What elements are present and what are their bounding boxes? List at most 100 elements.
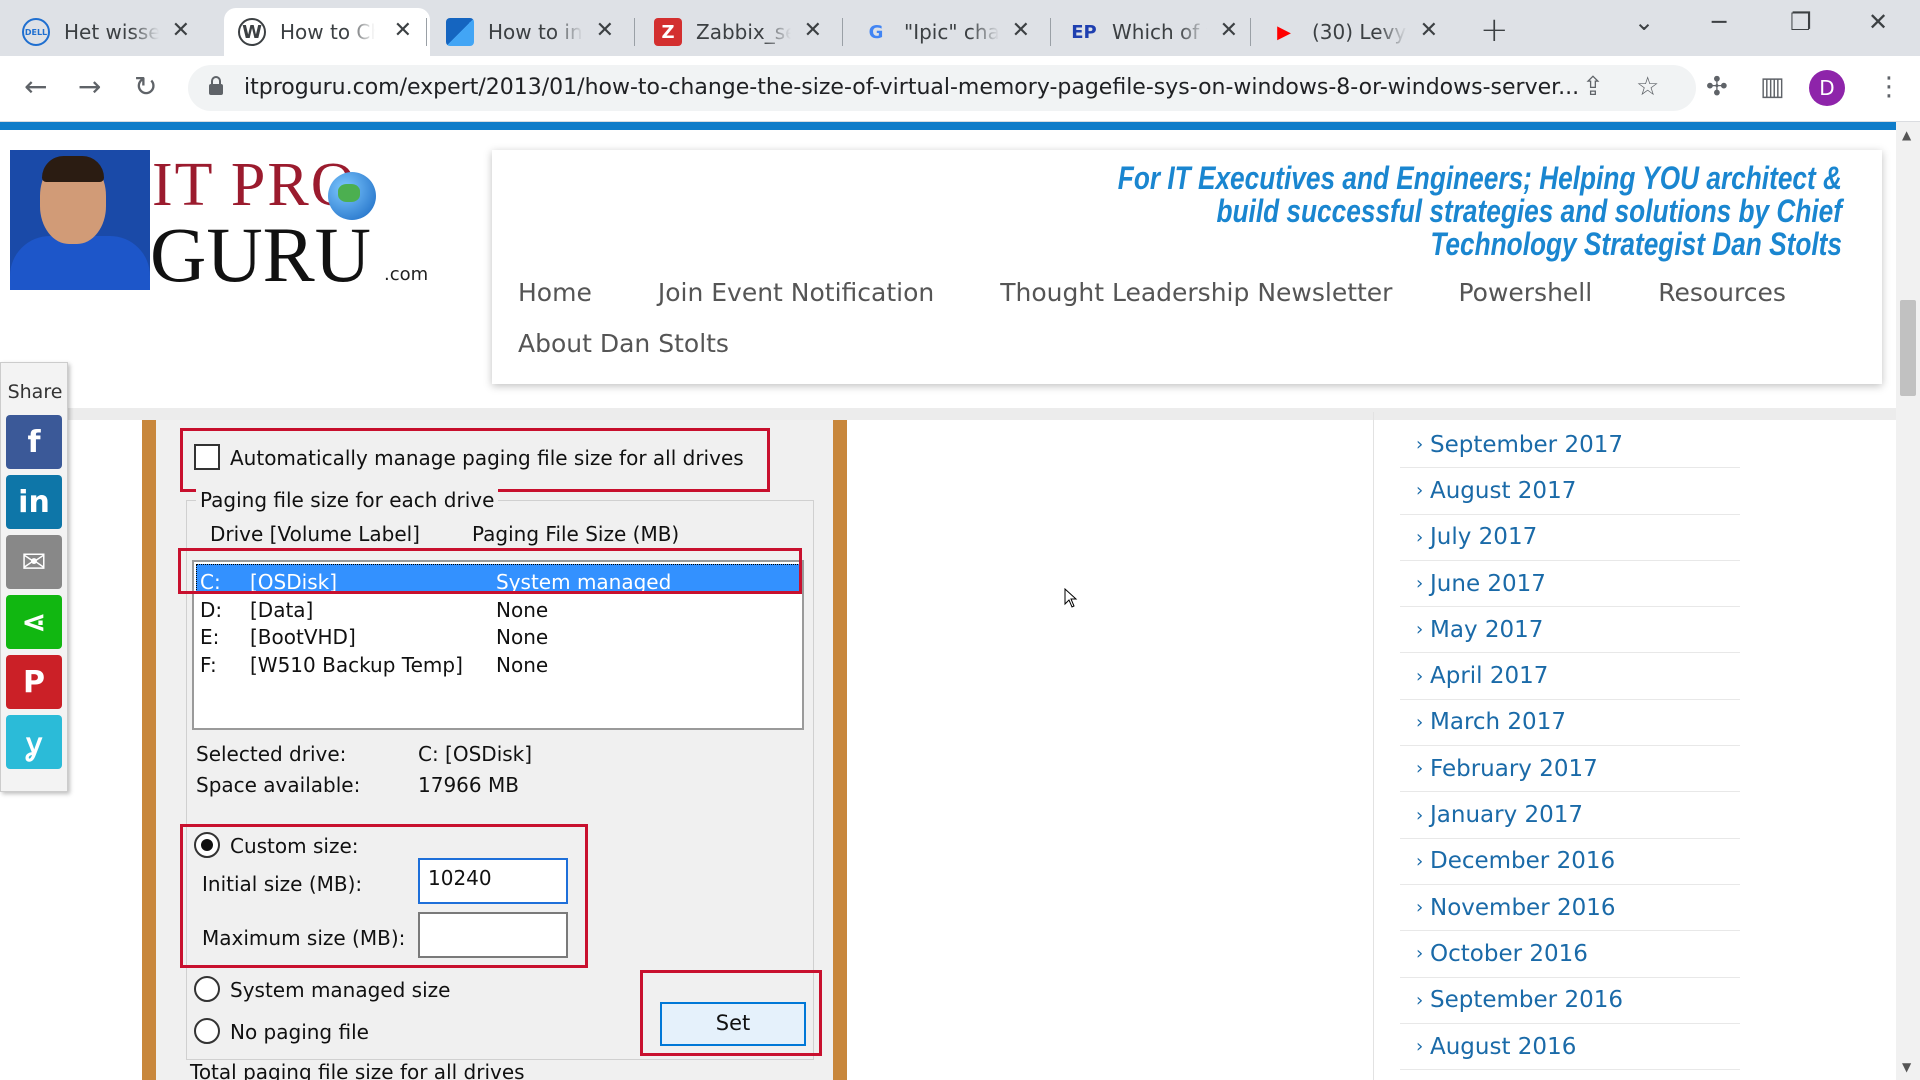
facebook-share-icon[interactable]: f: [6, 415, 62, 469]
side-panel-icon[interactable]: ▥: [1760, 72, 1785, 102]
tab-5[interactable]: G "Ipic" chan ✕: [848, 8, 1048, 56]
menu-item-about-dan-stolts[interactable]: About Dan Stolts: [518, 329, 729, 358]
drive-letter[interactable]: D:: [200, 598, 222, 622]
tab-7[interactable]: ▶ (30) Levy R ✕: [1256, 8, 1456, 56]
restore-icon[interactable]: ❐: [1790, 8, 1812, 36]
archive-link[interactable]: July 2017: [1430, 524, 1537, 550]
archive-item[interactable]: › September 2017: [1400, 422, 1740, 469]
tab-1[interactable]: DELL Het wissel ✕: [8, 8, 208, 56]
archive-link[interactable]: January 2017: [1430, 802, 1583, 828]
lock-icon: [209, 76, 223, 95]
initial-size-input[interactable]: 10240: [418, 858, 568, 904]
site-tagline: For IT Executives and Engineers; Helping…: [1117, 160, 1842, 262]
scroll-thumb[interactable]: [1900, 300, 1916, 396]
archive-link[interactable]: September 2017: [1430, 432, 1623, 458]
auto-manage-checkbox[interactable]: [194, 444, 220, 470]
archive-link[interactable]: August 2017: [1430, 478, 1576, 504]
archive-item[interactable]: › October 2016: [1400, 931, 1740, 978]
archive-link[interactable]: April 2017: [1430, 663, 1548, 689]
drive-letter[interactable]: F:: [200, 653, 217, 677]
tab-separator: [634, 18, 635, 46]
tab-title: (30) Levy R: [1312, 20, 1407, 44]
archive-item[interactable]: › July 2017: [1400, 515, 1740, 561]
extensions-icon[interactable]: ✣: [1706, 72, 1728, 102]
forward-icon[interactable]: →: [78, 70, 101, 103]
tab-3[interactable]: How to inc ✕: [432, 8, 632, 56]
sharethis-share-icon[interactable]: ⋖: [6, 595, 62, 649]
archive-link[interactable]: November 2016: [1430, 895, 1616, 921]
tab-close-icon[interactable]: ✕: [596, 18, 614, 43]
yummly-share-icon[interactable]: ỿ: [6, 715, 62, 769]
archive-item[interactable]: › February 2017: [1400, 746, 1740, 793]
archive-link[interactable]: June 2017: [1430, 571, 1546, 597]
group-label: Paging file size for each drive: [196, 488, 499, 512]
logo-guru[interactable]: GURU: [150, 210, 371, 300]
close-window-icon[interactable]: ✕: [1868, 8, 1888, 36]
archive-item[interactable]: › August 2017: [1400, 468, 1740, 515]
archive-link[interactable]: February 2017: [1430, 756, 1598, 782]
archive-link[interactable]: December 2016: [1430, 848, 1615, 874]
linkedin-share-icon[interactable]: in: [6, 475, 62, 529]
archive-link[interactable]: September 2016: [1430, 987, 1623, 1013]
system-managed-radio[interactable]: [194, 976, 220, 1002]
custom-size-radio[interactable]: [194, 832, 220, 858]
tab-close-icon[interactable]: ✕: [172, 18, 190, 43]
col-size-header: Paging File Size (MB): [472, 522, 680, 546]
tab-4[interactable]: Z Zabbix_ser ✕: [640, 8, 840, 56]
initial-size-label: Initial size (MB):: [202, 872, 363, 896]
new-tab-button[interactable]: +: [1480, 10, 1509, 50]
tab-6[interactable]: EP Which of t ✕: [1056, 8, 1256, 56]
archive-item[interactable]: › April 2017: [1400, 653, 1740, 700]
archive-item[interactable]: › June 2017: [1400, 561, 1740, 608]
menu-item-thought-leadership-newsletter[interactable]: Thought Leadership Newsletter: [1000, 278, 1392, 307]
tab-2[interactable]: W How to Ch ✕: [224, 8, 430, 56]
archive-item[interactable]: › January 2017: [1400, 792, 1740, 839]
drive-letter[interactable]: E:: [200, 625, 219, 649]
top-accent-bar: [0, 122, 1896, 130]
archive-link[interactable]: August 2016: [1430, 1034, 1576, 1060]
scroll-up-icon[interactable]: ▲: [1902, 128, 1911, 142]
archive-link[interactable]: March 2017: [1430, 709, 1566, 735]
scroll-down-icon[interactable]: ▼: [1902, 1060, 1911, 1074]
menu-item-home[interactable]: Home: [518, 278, 592, 307]
maximum-size-input[interactable]: [418, 912, 568, 958]
page-scrollbar[interactable]: ▲ ▼: [1896, 122, 1920, 1080]
reload-icon[interactable]: ↻: [134, 70, 157, 103]
total-paging-label: Total paging file size for all drives: [190, 1060, 525, 1080]
archive-item[interactable]: › September 2016: [1400, 978, 1740, 1024]
archive-item[interactable]: › November 2016: [1400, 885, 1740, 932]
highlight-box: [178, 548, 802, 594]
tab-close-icon[interactable]: ✕: [394, 18, 412, 43]
archive-item[interactable]: › March 2017: [1400, 700, 1740, 747]
tab-close-icon[interactable]: ✕: [1420, 18, 1438, 43]
tab-close-icon[interactable]: ✕: [804, 18, 822, 43]
archive-item[interactable]: › August 2016: [1400, 1024, 1740, 1071]
menu-item-powershell[interactable]: Powershell: [1458, 278, 1592, 307]
url-text[interactable]: itproguru.com/expert/2013/01/how-to-chan…: [244, 75, 1644, 100]
bookmark-star-icon[interactable]: ☆: [1636, 72, 1659, 102]
set-button[interactable]: Set: [660, 1002, 806, 1046]
menu-icon[interactable]: ⋮: [1876, 72, 1902, 102]
share-page-icon[interactable]: ⇪: [1582, 72, 1604, 102]
archive-link[interactable]: May 2017: [1430, 617, 1543, 643]
tab-separator: [426, 18, 427, 46]
menu-item-resources[interactable]: Resources: [1658, 278, 1786, 307]
chevron-right-icon: ›: [1416, 1036, 1424, 1057]
tab-close-icon[interactable]: ✕: [1220, 18, 1238, 43]
archive-item[interactable]: › May 2017: [1400, 607, 1740, 654]
tab-search-icon[interactable]: ⌄: [1634, 8, 1654, 36]
pinterest-share-icon[interactable]: P: [6, 655, 62, 709]
chevron-right-icon: ›: [1416, 619, 1424, 641]
no-paging-radio[interactable]: [194, 1018, 220, 1044]
email-share-icon[interactable]: ✉: [6, 535, 62, 589]
minimize-icon[interactable]: ─: [1712, 8, 1726, 36]
archive-link[interactable]: October 2016: [1430, 941, 1588, 967]
profile-avatar[interactable]: D: [1809, 70, 1845, 106]
header-box: For IT Executives and Engineers; Helping…: [492, 150, 1882, 384]
tab-close-icon[interactable]: ✕: [1012, 18, 1030, 43]
address-bar[interactable]: itproguru.com/expert/2013/01/how-to-chan…: [188, 65, 1696, 111]
archive-item[interactable]: › December 2016: [1400, 839, 1740, 885]
youtube-icon: ▶: [1277, 21, 1291, 43]
menu-item-join-event-notification[interactable]: Join Event Notification: [658, 278, 934, 307]
back-icon[interactable]: ←: [24, 70, 47, 103]
